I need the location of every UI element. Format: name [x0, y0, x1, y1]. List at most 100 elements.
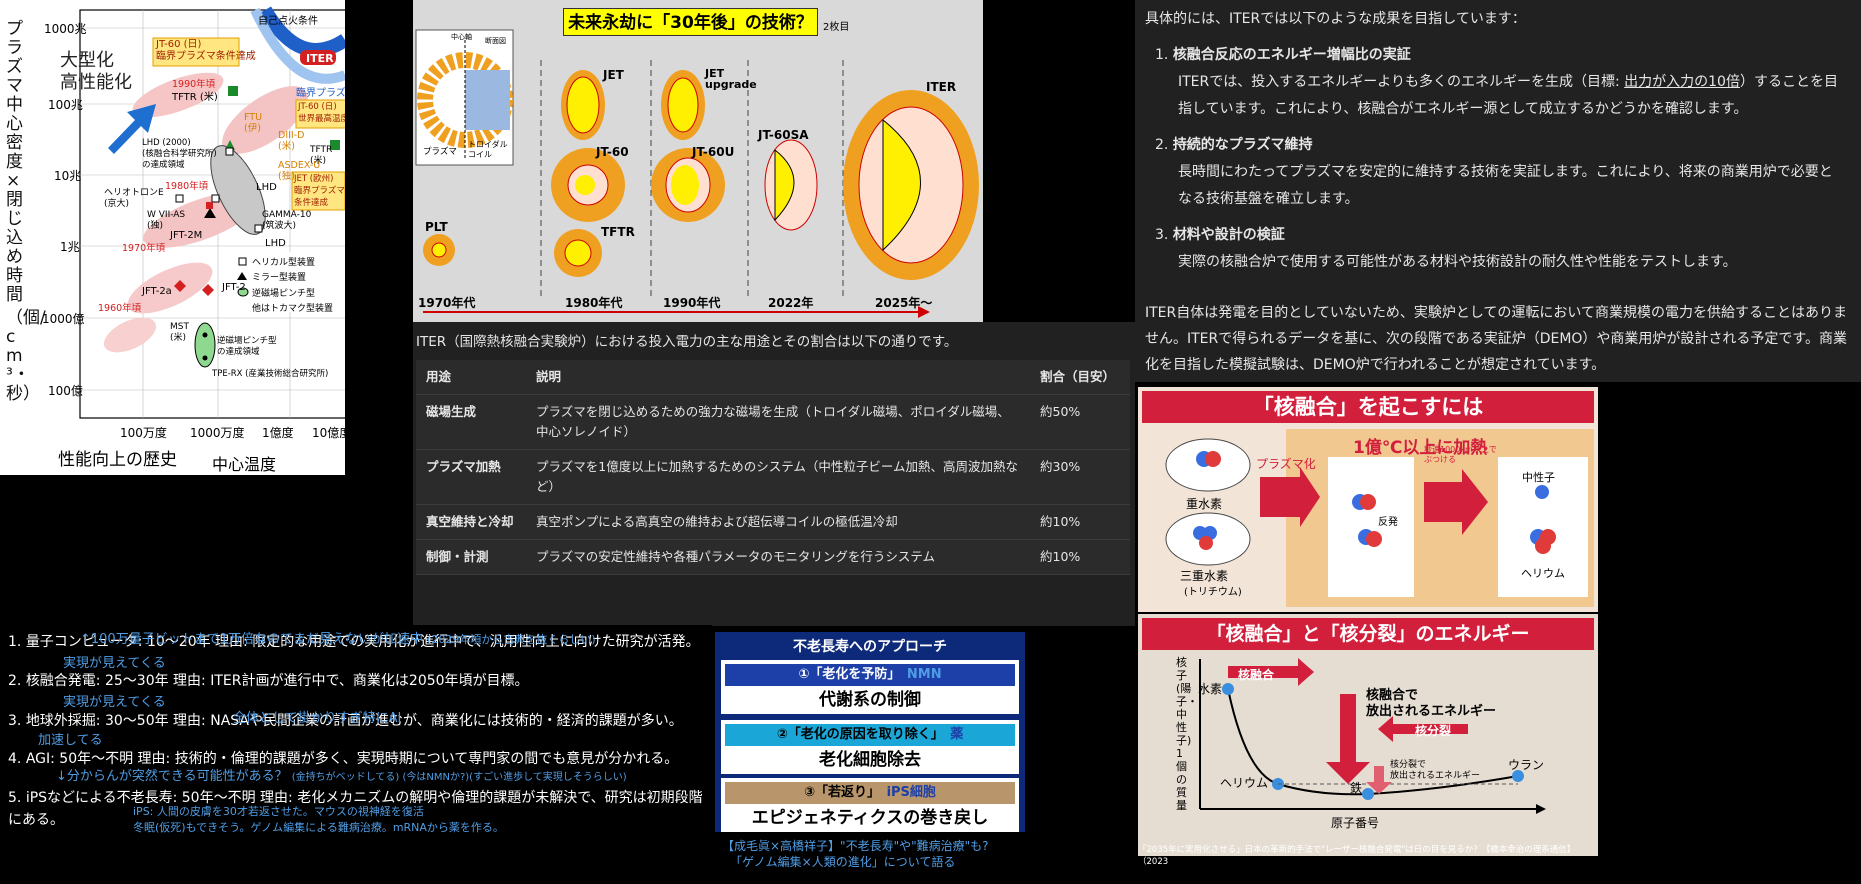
- table-row: 真空維持と冷却 真空ポンプによる高真空の維持および超伝導コイルの極低温冷却 約1…: [416, 504, 1130, 540]
- gamma10-label: GAMMA-10 (筑波大): [262, 210, 312, 231]
- goal-heading: 材料や設計の検証: [1172, 227, 1285, 243]
- jt60-label: JT-60 (日) 臨界プラズマ条件達成: [156, 39, 256, 62]
- forecast-item-2: 2. 核融合発電: 25〜30年 理由: ITER計画が進行中で、商業化は205…: [8, 673, 529, 689]
- cell-ratio: 約10%: [1030, 504, 1130, 540]
- goal-body: 実際の核融合炉で使用する可能性がある材料や技術設計の耐久性や性能をテストします。: [1178, 254, 1737, 270]
- iter-outro: ITER自体は発電を目的としていないため、実験炉としての運転において商業規模の電…: [1145, 305, 1848, 373]
- plasma-label: プラズマ化: [1256, 457, 1316, 471]
- trend-label: 大型化 高性能化: [60, 50, 132, 93]
- table-row: 磁場生成 プラズマを閉じ込めるための強力な磁場を生成（トロイダル磁場、ポロイダル…: [416, 394, 1130, 450]
- note-annotation: NMN: [906, 667, 942, 682]
- mst-label: MST (米): [170, 322, 189, 343]
- speed-label: 秒速1000km以上で ぶつける: [1424, 445, 1497, 464]
- goal-item-1: 1. 核融合反応のエネルギー増幅比の実証 ITERでは、投入するエネルギーよりも…: [1155, 42, 1845, 123]
- era-1990: 1990年代: [663, 296, 721, 310]
- diiid-label: DIII-D (米): [278, 130, 305, 152]
- table-row: プラズマ加熱 プラズマを1億度以上に加熱するためのシステム（中性粒子ビーム加熱、…: [416, 449, 1130, 505]
- y-tick-1: 100兆: [48, 98, 83, 112]
- note-annotation: ↑100万量子ビットまで1万倍なのでまだ見えないが加速中: [80, 632, 423, 647]
- plasma-label: プラズマ: [423, 147, 457, 157]
- jft2a-label: JFT-2a: [142, 286, 172, 297]
- lhd3-label: LHD: [265, 238, 286, 249]
- device-jt60u: JT-60U: [692, 145, 735, 159]
- jt60-right-label: JT-60 (日) 世界最高温度: [298, 102, 345, 124]
- cell-ratio: 約50%: [1030, 394, 1130, 450]
- goal-num: 2.: [1155, 137, 1169, 153]
- iron-text: 鉄: [1350, 781, 1363, 795]
- critical-label: 臨界プラズマ条件: [296, 88, 345, 99]
- helium-label: ヘリウム: [1521, 567, 1565, 580]
- x-axis-label: 原子番号: [1331, 816, 1380, 830]
- jft2-label: JFT-2: [222, 282, 246, 293]
- note-annotation: 薬: [950, 727, 964, 742]
- goal-num: 1.: [1155, 47, 1169, 63]
- w7as-label: W VII-AS (独): [147, 210, 186, 231]
- note-annotation: 冬眠(仮死)もできそう。ゲノム編集による難病治療。mRNAから薬を作る。: [133, 821, 504, 834]
- note-annotation: iPS細胞: [886, 785, 936, 800]
- goal-num: 3.: [1155, 227, 1169, 243]
- forecast-item-3: 3. 地球外採掘: 30〜50年 理由: NASAや民間企業の計画が進むが、商業…: [8, 710, 708, 730]
- longevity-approach-panel: 不老長寿へのアプローチ ①「老化を予防」 NMN 代謝系の制御 ②「老化の原因を…: [715, 632, 1025, 832]
- section-label: 断面図: [485, 37, 506, 45]
- longevity-caption-2: 「ゲノム編集×人類の進化」について語る: [730, 855, 956, 869]
- x-tick-2: 1億度: [262, 426, 294, 440]
- y-tick-4: 1000億: [42, 312, 85, 326]
- legend-tokamak: 他はトカマク型装置: [252, 304, 334, 314]
- x-tick-0: 100万度: [120, 426, 167, 440]
- table-intro: ITER（国際熱核融合実験炉）における投入電力の主な用途とその割合は以下の通りで…: [416, 334, 958, 350]
- hydrogen-text: 水素: [1198, 682, 1223, 696]
- goal-heading: 持続的なプラズマ維持: [1172, 137, 1313, 153]
- y1990-label: 1990年頃: [172, 79, 216, 90]
- heliotron-label: ヘリオトロンE (京大): [104, 188, 164, 209]
- y-tick-5: 100億: [48, 384, 83, 398]
- y-tick-2: 10兆: [54, 169, 82, 183]
- cell-ratio: 約30%: [1030, 449, 1130, 505]
- forecast-item-4: 4. AGI: 50年〜不明 理由: 技術的・倫理的課題が多く、実現時期について…: [8, 751, 679, 784]
- cell-description: プラズマを1億度以上に加熱するためのシステム（中性粒子ビーム加熱、高周波加熱など…: [526, 449, 1030, 505]
- longevity-title: 不老長寿へのアプローチ: [793, 639, 947, 655]
- device-jet-upgrade: JET upgrade: [705, 67, 757, 91]
- approach-title: エピジェネティクスの巻き戻し: [751, 808, 989, 828]
- fusion-process-panel: 「核融合」を起こすには 1億℃以上に加熱 重水素 三重水素 (トリチウム) プラ…: [1138, 387, 1598, 612]
- lhd2000-label: LHD (2000) (核融合科学研究所) の達成領域: [142, 138, 217, 170]
- neutron-label: 中性子: [1522, 471, 1555, 484]
- deuterium-label: 重水素: [1186, 497, 1223, 511]
- note-annotation: ↓分からんが突然できる可能性がある？: [56, 769, 288, 784]
- center-label: 中心軸: [451, 33, 472, 41]
- cell-description: プラズマを閉じ込めるための強力な磁場を生成（トロイダル磁場、ポロイダル磁場、中心…: [526, 394, 1030, 450]
- plasma-performance-graph: プラズマ中心密度×閉じ込め時間 （個/cm³・秒） 1000兆 100兆 10兆 …: [0, 0, 345, 475]
- helium-text: ヘリウム: [1220, 776, 1269, 790]
- iter-goals-text: 具体的には、ITERでは以下のような成果を目指しています： 1. 核融合反応のエ…: [1135, 0, 1861, 382]
- iter-intro: 具体的には、ITERでは以下のような成果を目指しています：: [1145, 11, 1526, 27]
- binding-energy-panel: 「核融合」と「核分裂」のエネルギー 核子(陽子・中性子)1個の質量 原子番号 核…: [1138, 614, 1598, 856]
- fusion-tag: 核融合: [1238, 668, 1275, 682]
- goal-item-3: 3. 材料や設計の検証 実際の核融合炉で使用する可能性がある材料や技術設計の耐久…: [1155, 222, 1845, 276]
- repel-label: 反発: [1378, 517, 1398, 528]
- y-tick-3: 1兆: [60, 240, 80, 254]
- goal-body: 長時間にわたってプラズマを安定的に維持する技術を実証します。これにより、将来の商…: [1178, 164, 1833, 207]
- legend-helical: ヘリカル型装置: [252, 258, 316, 268]
- lhd-label: LHD: [256, 182, 277, 193]
- era-2025: 2025年〜: [875, 296, 933, 310]
- asdex-label: ASDEX-U (独): [278, 160, 321, 182]
- era-2022: 2022年: [768, 296, 814, 310]
- cell-purpose: 制御・計測: [416, 539, 526, 575]
- goal-heading: 核融合反応のエネルギー増幅比の実証: [1172, 47, 1411, 63]
- fusion-note: 核融合で 放出されるエネルギー: [1366, 688, 1497, 719]
- forecast-item-5: 5. iPSなどによる不老長寿: 50年〜不明 理由: 老化メカニズムの解明や倫…: [8, 787, 708, 839]
- approach-card-3: ③「若返り」 iPS細胞 エピジェネティクスの巻き戻し: [721, 778, 1019, 832]
- goal-link[interactable]: 出力が入力の10倍: [1624, 74, 1740, 90]
- fission-note: 核分裂で 放出されるエネルギー: [1390, 760, 1481, 781]
- x-tick-3: 10億度: [312, 426, 345, 440]
- rfp-label: 逆磁場ピンチ型 の達成領域: [217, 336, 277, 357]
- goal-body: ITERでは、投入するエネルギーよりも多くのエネルギーを生成（目標:: [1178, 74, 1625, 90]
- ftu-label: FTU (伊): [244, 112, 263, 134]
- tokamak-drawings: [415, 29, 979, 318]
- x-axis-label: 中心温度: [212, 455, 277, 474]
- coil-label: トロイダル コイル: [468, 140, 508, 159]
- forecast-item-1: 1. 量子コンピュータ: 10〜20年 理由: 限定的な用途での実用化が進行中で…: [8, 632, 700, 650]
- x-tick-1: 1000万度: [190, 426, 245, 440]
- cell-ratio: 約10%: [1030, 539, 1130, 575]
- ignition-label: 自己点火条件: [258, 16, 318, 27]
- approach-card-1: ①「老化を予防」 NMN 代謝系の制御: [721, 660, 1019, 714]
